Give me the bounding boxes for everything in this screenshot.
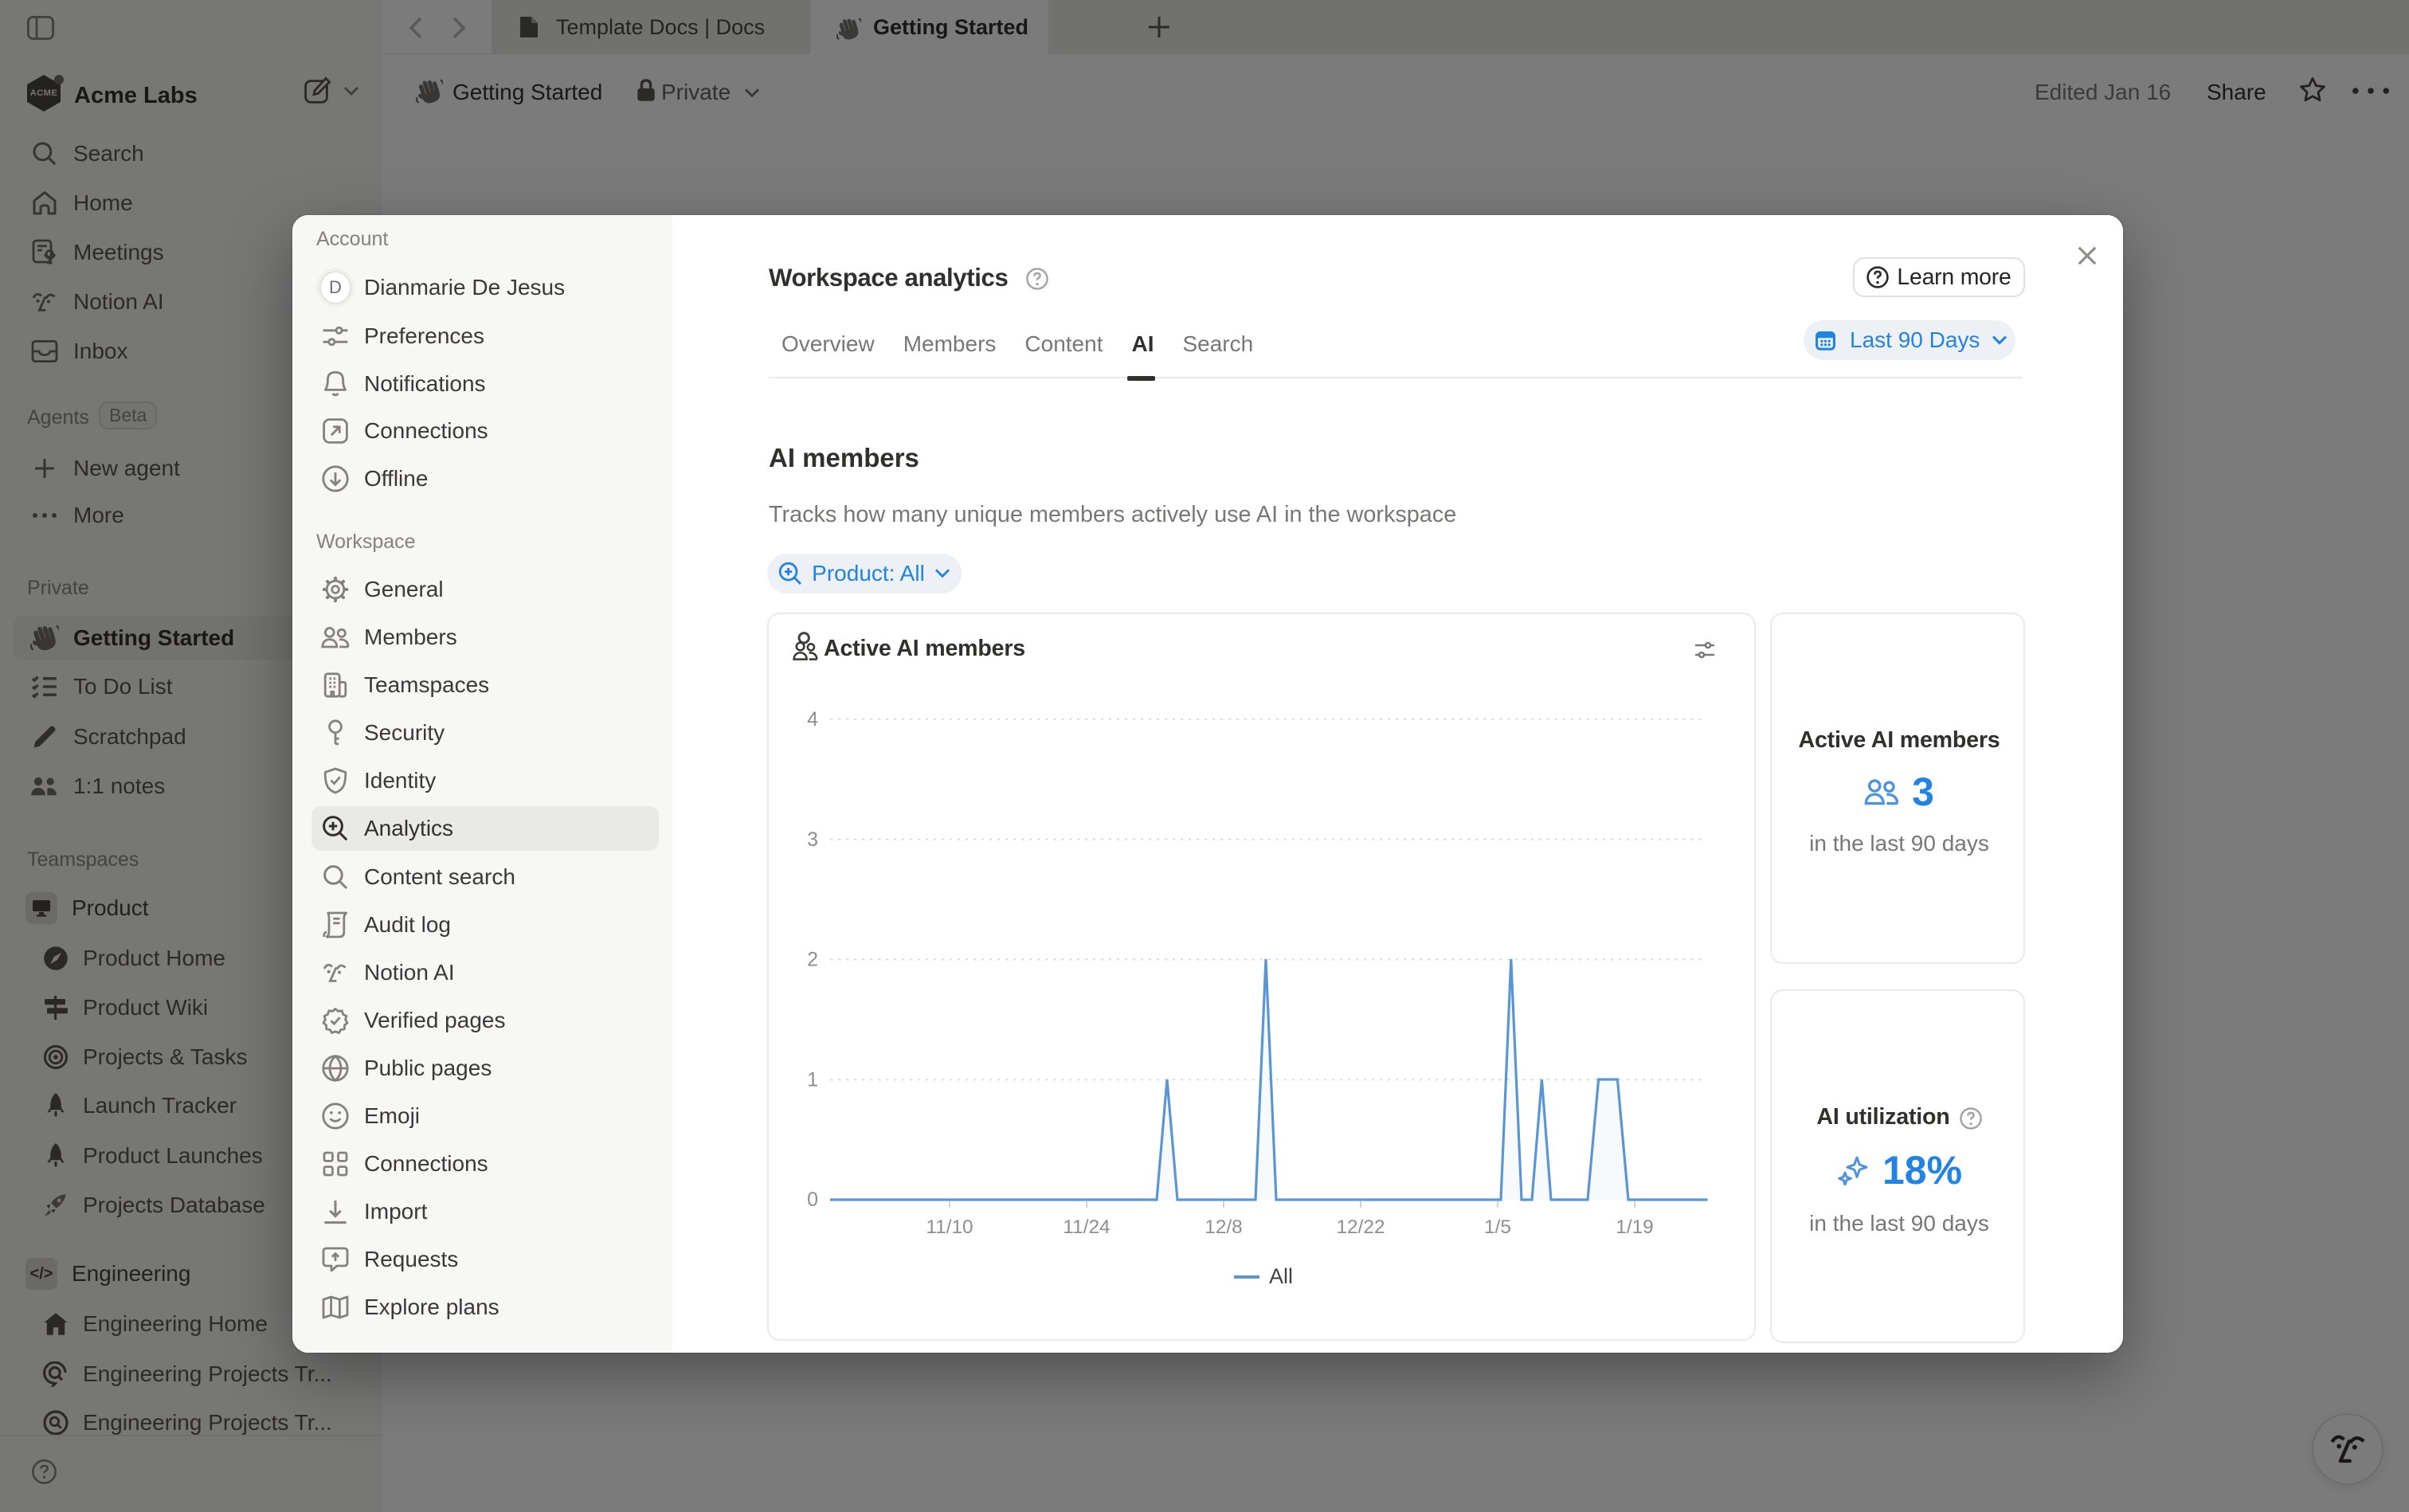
svg-text:4: 4: [807, 708, 818, 731]
svg-text:1: 1: [807, 1068, 818, 1091]
svg-text:11/24: 11/24: [1063, 1216, 1110, 1238]
svg-text:11/10: 11/10: [926, 1216, 973, 1238]
svg-text:2: 2: [807, 949, 818, 971]
svg-text:1/5: 1/5: [1484, 1216, 1511, 1238]
svg-text:12/8: 12/8: [1204, 1216, 1242, 1238]
svg-text:1/19: 1/19: [1616, 1216, 1653, 1238]
svg-text:12/22: 12/22: [1336, 1216, 1385, 1238]
svg-text:3: 3: [807, 828, 818, 851]
svg-text:All: All: [1269, 1264, 1293, 1288]
svg-text:0: 0: [807, 1189, 818, 1211]
